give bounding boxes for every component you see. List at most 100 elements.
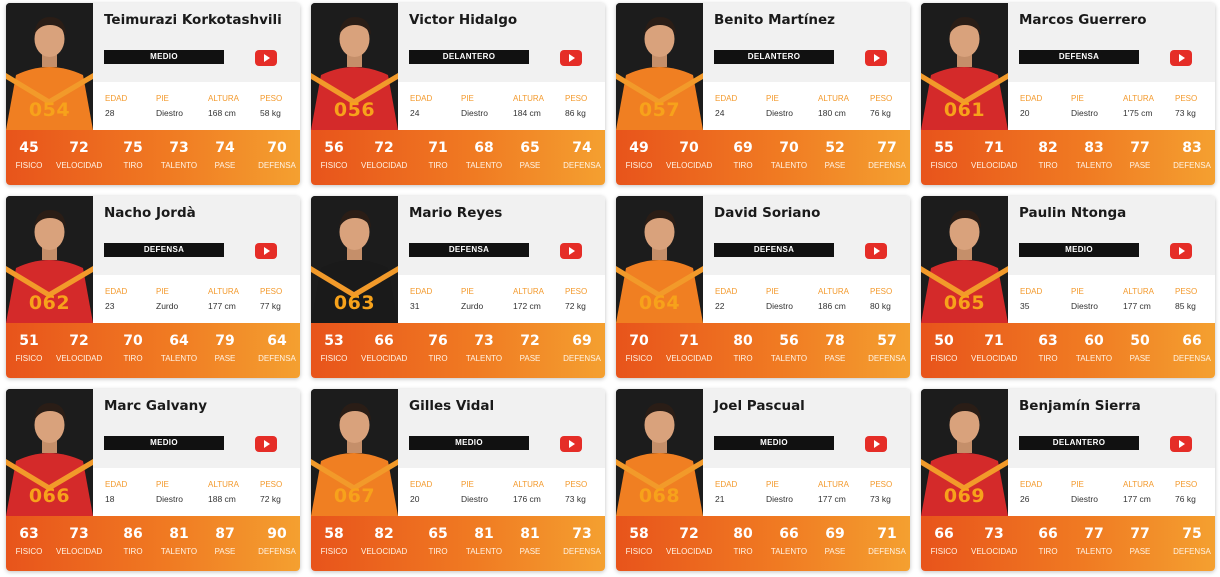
fact-altura: ALTURA 177 cm (818, 480, 849, 504)
jersey-number: 069 (943, 485, 986, 507)
position-badge: DEFENSA (1019, 50, 1139, 64)
fact-value: 73 kg (565, 494, 586, 504)
stat-pase: 87 PASE (202, 526, 248, 556)
player-facts: EDAD 35 PIE Diestro ALTURA 177 cm PESO 8… (1008, 275, 1215, 323)
stat-value: 49 (629, 140, 649, 156)
stat-fisico: 49 FISICO (616, 140, 662, 170)
stat-value: 73 (474, 333, 494, 349)
player-card[interactable]: 054 Teimurazi Korkotashvili MEDIO EDAD 2… (6, 3, 300, 185)
stat-defensa: 77 DEFENSA (864, 140, 910, 170)
youtube-icon[interactable] (560, 243, 582, 259)
player-card[interactable]: 057 Benito Martínez DELANTERO EDAD 24 PI… (616, 3, 910, 185)
youtube-icon[interactable] (865, 436, 887, 452)
stat-label: VELOCIDAD (361, 354, 408, 363)
youtube-icon[interactable] (1170, 436, 1192, 452)
youtube-icon[interactable] (865, 243, 887, 259)
player-photo: 069 (921, 389, 1008, 516)
fact-label: PIE (766, 480, 779, 489)
jersey-number: 062 (28, 292, 71, 314)
fact-value: 31 (410, 301, 420, 311)
player-card[interactable]: 062 Nacho Jordà DEFENSA EDAD 23 PIE Zurd… (6, 196, 300, 378)
player-name[interactable]: Victor Hidalgo (409, 12, 517, 28)
player-name[interactable]: Joel Pascual (714, 398, 805, 414)
stat-value: 70 (679, 140, 699, 156)
player-card[interactable]: 056 Victor Hidalgo DELANTERO EDAD 24 PIE… (311, 3, 605, 185)
fact-label: EDAD (715, 94, 738, 103)
player-name[interactable]: Marc Galvany (104, 398, 207, 414)
player-name[interactable]: Teimurazi Korkotashvili (104, 12, 282, 28)
stats-bar: 51 FISICO 72 VELOCIDAD 70 TIRO 64 TALENT… (6, 323, 300, 378)
player-name[interactable]: Benito Martínez (714, 12, 835, 28)
stat-pase: 77 PASE (1117, 526, 1163, 556)
stat-label: VELOCIDAD (971, 547, 1018, 556)
fact-value: Diestro (1071, 108, 1098, 118)
stat-label: TALENTO (160, 161, 198, 170)
fact-value: 72 kg (565, 301, 586, 311)
player-name[interactable]: Mario Reyes (409, 205, 502, 221)
player-name[interactable]: Nacho Jordà (104, 205, 196, 221)
stat-value: 83 (1084, 140, 1104, 156)
stat-defensa: 75 DEFENSA (1169, 526, 1215, 556)
youtube-icon[interactable] (255, 436, 277, 452)
fact-value: Diestro (1071, 494, 1098, 504)
fact-altura: ALTURA 177 cm (208, 287, 239, 311)
stat-label: TALENTO (160, 547, 198, 556)
player-name[interactable]: Marcos Guerrero (1019, 12, 1146, 28)
stat-velocidad: 66 VELOCIDAD (361, 333, 407, 363)
youtube-icon[interactable] (560, 50, 582, 66)
fact-value: 73 kg (1175, 108, 1196, 118)
player-card[interactable]: 069 Benjamín Sierra DELANTERO EDAD 26 PI… (921, 389, 1215, 571)
stat-defensa: 83 DEFENSA (1169, 140, 1215, 170)
player-name[interactable]: David Soriano (714, 205, 820, 221)
fact-label: PIE (766, 287, 779, 296)
youtube-icon[interactable] (560, 436, 582, 452)
player-facts: EDAD 20 PIE Diestro ALTURA 1'75 cm PESO … (1008, 82, 1215, 130)
fact-label: ALTURA (208, 480, 239, 489)
player-name[interactable]: Paulin Ntonga (1019, 205, 1126, 221)
player-name[interactable]: Gilles Vidal (409, 398, 494, 414)
stat-label: FISICO (930, 547, 958, 556)
youtube-icon[interactable] (865, 50, 887, 66)
stat-value: 75 (123, 140, 143, 156)
card-header: 061 Marcos Guerrero DEFENSA EDAD 20 PIE … (921, 3, 1215, 130)
player-card[interactable]: 063 Mario Reyes DEFENSA EDAD 31 PIE Zurd… (311, 196, 605, 378)
stat-label: FISICO (320, 547, 348, 556)
stat-label: PASE (214, 161, 236, 170)
player-card[interactable]: 065 Paulin Ntonga MEDIO EDAD 35 PIE Dies… (921, 196, 1215, 378)
stat-fisico: 70 FISICO (616, 333, 662, 363)
player-card[interactable]: 067 Gilles Vidal MEDIO EDAD 20 PIE Diest… (311, 389, 605, 571)
player-photo: 065 (921, 196, 1008, 323)
player-name[interactable]: Benjamín Sierra (1019, 398, 1141, 414)
fact-label: ALTURA (818, 480, 849, 489)
stat-value: 72 (69, 140, 89, 156)
fact-peso: PESO 76 kg (1175, 480, 1197, 504)
player-facts: EDAD 21 PIE Diestro ALTURA 177 cm PESO 7… (703, 468, 910, 516)
player-card[interactable]: 068 Joel Pascual MEDIO EDAD 21 PIE Diest… (616, 389, 910, 571)
youtube-icon[interactable] (1170, 243, 1192, 259)
stats-bar: 53 FISICO 66 VELOCIDAD 76 TIRO 73 TALENT… (311, 323, 605, 378)
stat-tiro: 63 TIRO (1025, 333, 1071, 363)
stat-label: DEFENSA (258, 354, 296, 363)
player-card[interactable]: 064 David Soriano DEFENSA EDAD 22 PIE Di… (616, 196, 910, 378)
stat-label: PASE (519, 161, 541, 170)
jersey-number: 066 (28, 485, 71, 507)
stat-label: TIRO (733, 161, 753, 170)
fact-value: 188 cm (208, 494, 236, 504)
youtube-icon[interactable] (1170, 50, 1192, 66)
stat-label: DEFENSA (868, 161, 906, 170)
stat-talento: 77 TALENTO (1071, 526, 1117, 556)
player-card[interactable]: 061 Marcos Guerrero DEFENSA EDAD 20 PIE … (921, 3, 1215, 185)
stat-label: TIRO (733, 354, 753, 363)
fact-value: 20 (410, 494, 420, 504)
fact-label: PESO (260, 94, 283, 103)
stat-value: 74 (215, 140, 235, 156)
player-photo: 064 (616, 196, 703, 323)
stat-label: TIRO (1038, 547, 1058, 556)
fact-label: PESO (870, 94, 893, 103)
info-header: Marc Galvany MEDIO (93, 389, 300, 468)
youtube-icon[interactable] (255, 50, 277, 66)
player-card[interactable]: 066 Marc Galvany MEDIO EDAD 18 PIE Diest… (6, 389, 300, 571)
stat-fisico: 53 FISICO (311, 333, 357, 363)
stat-velocidad: 71 VELOCIDAD (666, 333, 712, 363)
youtube-icon[interactable] (255, 243, 277, 259)
